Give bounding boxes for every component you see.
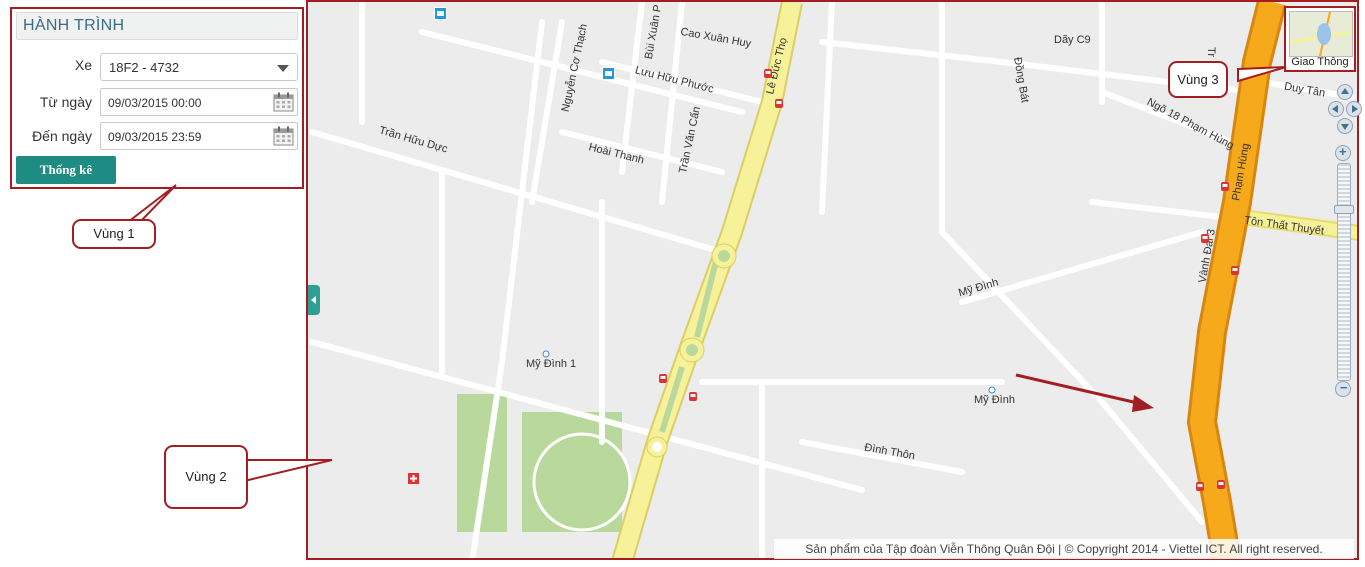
copyright-text: Sản phẩm của Tập đoàn Viễn Thông Quân Độ…: [774, 539, 1354, 559]
street-label: Tr: [1204, 47, 1217, 57]
zoom-out-button[interactable]: −: [1335, 380, 1351, 397]
place-label: Dãy C9: [1054, 34, 1091, 46]
callout-zone1: Vùng 1: [72, 219, 156, 249]
traffic-layer-toggle[interactable]: Giao Thông: [1284, 6, 1356, 72]
callout-zone3-pointer: [1237, 66, 1287, 83]
bus-stop-icon[interactable]: [1220, 181, 1230, 193]
pan-right-button[interactable]: [1346, 101, 1362, 117]
callout-zone2: Vùng 2: [164, 445, 248, 509]
zoom-out-icon: −: [1340, 380, 1348, 395]
chevron-up-icon: [1341, 88, 1349, 94]
bank-icon[interactable]: [434, 7, 447, 20]
bus-stop-icon[interactable]: [763, 68, 773, 80]
pan-down-button[interactable]: [1337, 118, 1353, 134]
sidebar-collapse-toggle[interactable]: [308, 285, 320, 315]
bus-stop-icon[interactable]: [1216, 479, 1226, 491]
chevron-right-icon: [1352, 105, 1358, 113]
zoom-in-icon: +: [1339, 144, 1347, 159]
bus-stop-icon[interactable]: [658, 373, 668, 385]
zoom-slider-handle[interactable]: [1334, 205, 1354, 214]
pan-up-button[interactable]: [1337, 84, 1353, 100]
zoom-in-button[interactable]: +: [1335, 144, 1351, 161]
bus-stop-icon[interactable]: [688, 391, 698, 403]
place-label: Mỹ Đình: [974, 394, 1015, 406]
layer-label: Giao Thông: [1291, 56, 1349, 68]
map-thumbnail-icon: [1289, 11, 1353, 57]
chevron-left-icon: [1332, 105, 1338, 113]
callout-zone3: Vùng 3: [1168, 61, 1228, 98]
bus-stop-icon[interactable]: [774, 98, 784, 110]
layer-thumbnail: [1289, 11, 1353, 57]
place-marker-icon: [988, 386, 996, 394]
hospital-icon[interactable]: [408, 473, 419, 484]
bus-stop-icon[interactable]: [1230, 265, 1240, 277]
chevron-down-icon: [1341, 124, 1349, 130]
bank-icon[interactable]: [602, 67, 615, 80]
pan-left-button[interactable]: [1328, 101, 1344, 117]
zoom-control: + −: [1334, 144, 1354, 397]
place-label: Mỹ Đình 1: [526, 358, 577, 370]
place-marker-icon: [542, 350, 550, 358]
bus-stop-icon[interactable]: [1200, 233, 1210, 245]
bus-stop-icon[interactable]: [1195, 481, 1205, 493]
map-view[interactable]: Trần Hữu Dực Nguyễn Cơ Thạch Bùi Xuân P …: [306, 0, 1359, 560]
zoom-slider-track[interactable]: [1337, 163, 1351, 381]
